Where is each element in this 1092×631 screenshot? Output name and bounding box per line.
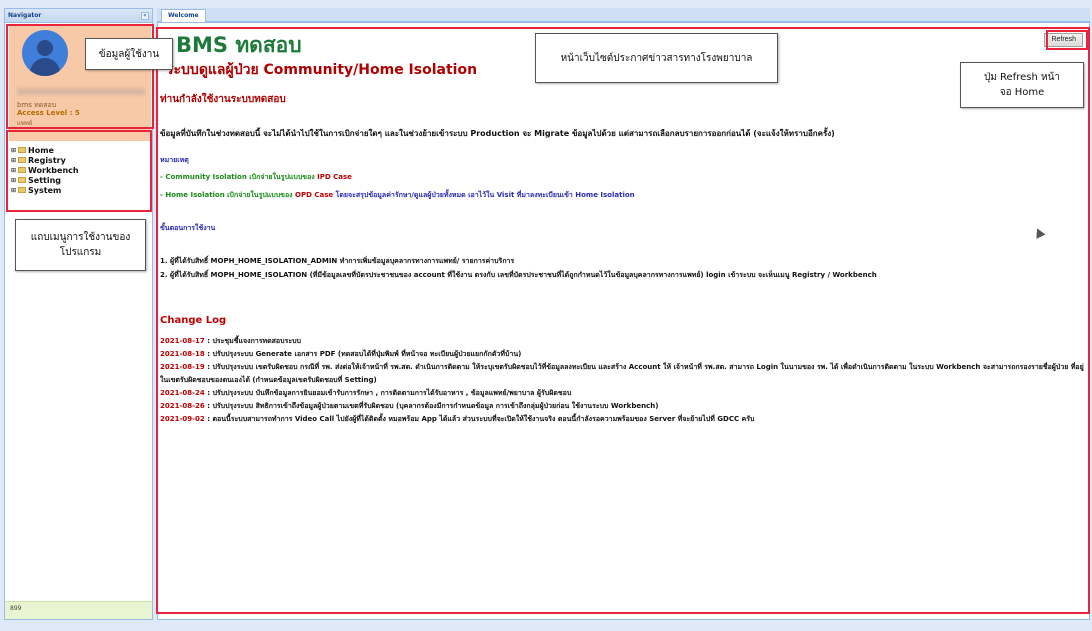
app-window: Navigator « bms ทดสอบ Access Level : 5 แ… bbox=[0, 0, 1092, 631]
annotation-refresh-box bbox=[1046, 30, 1088, 50]
annotation-menu-box bbox=[6, 130, 152, 212]
navigator-header: Navigator « bbox=[5, 9, 152, 23]
callout-refresh: ปุ่ม Refresh หน้าจอ Home bbox=[960, 62, 1084, 108]
callout-news-page: หน้าเว็บไซต์ประกาศข่าวสารทางโรงพยาบาล bbox=[535, 33, 778, 83]
annotation-main-box bbox=[156, 27, 1090, 614]
callout-menu-bar: แถบเมนูการใช้งานของโปรแกรม bbox=[15, 219, 146, 271]
callout-user-info: ข้อมูลผู้ใช้งาน bbox=[85, 38, 173, 70]
collapse-icon[interactable]: « bbox=[141, 11, 149, 20]
navigator-title: Navigator bbox=[8, 12, 42, 19]
navigator-footer: 899 bbox=[5, 601, 152, 619]
tab-bar: Welcome bbox=[157, 8, 1090, 22]
tab-welcome[interactable]: Welcome bbox=[161, 9, 206, 22]
